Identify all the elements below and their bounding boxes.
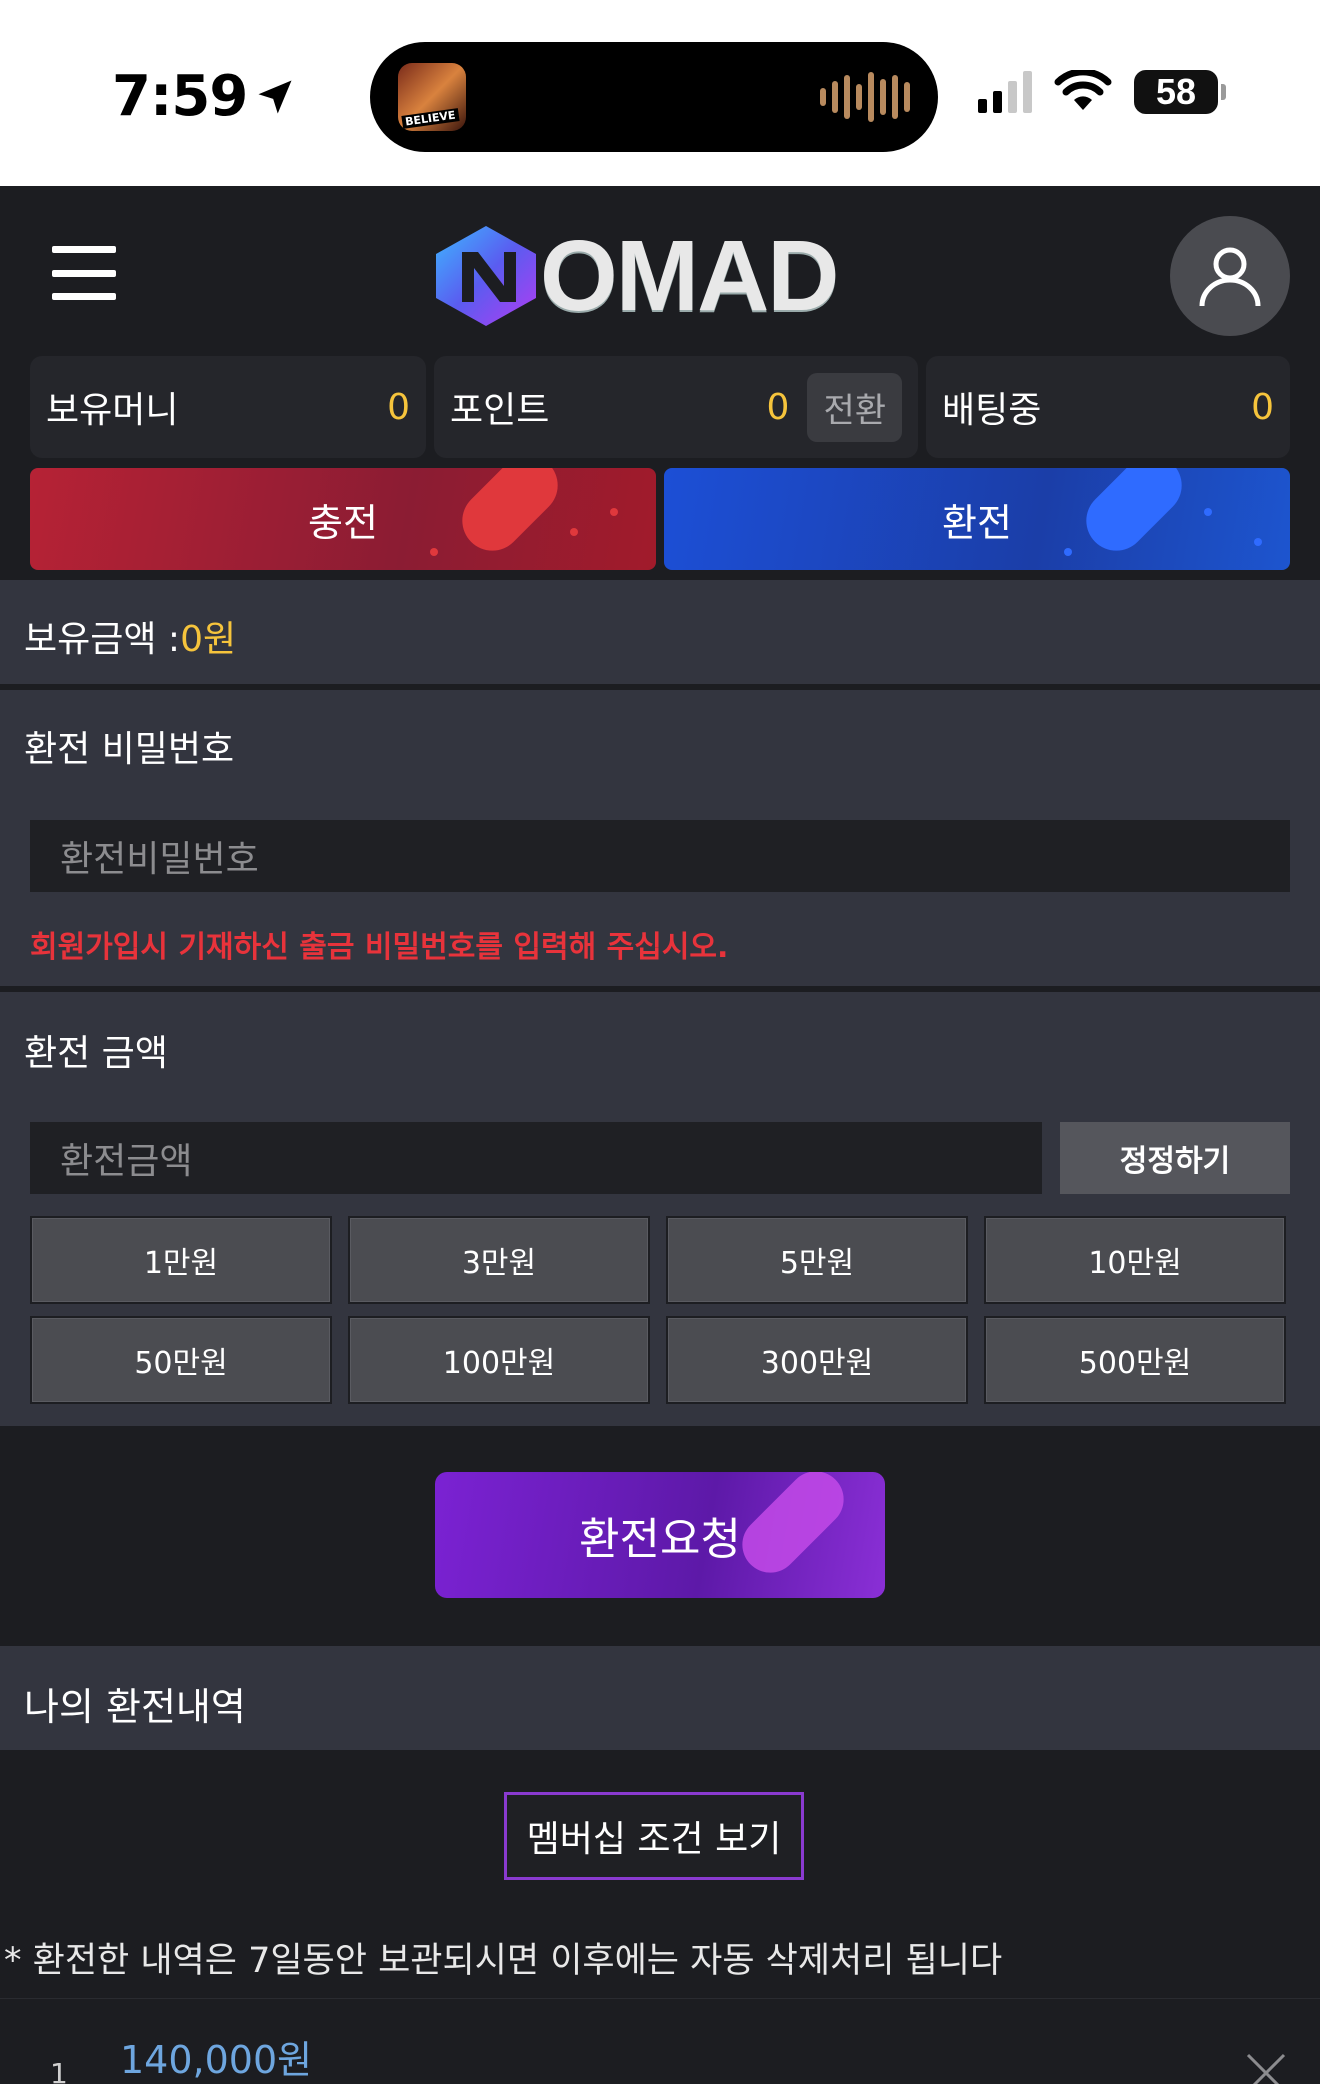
amount-30k-button[interactable]: 3만원 <box>348 1216 650 1304</box>
balance-points: 포인트 0 전환 <box>434 356 918 458</box>
withdraw-amount-input[interactable]: 환전금액 <box>30 1122 1042 1194</box>
battery-level: 58 <box>1155 71 1197 112</box>
album-art-label: BELIEVE <box>401 108 460 129</box>
nomad-logo[interactable]: OMAD <box>432 224 892 328</box>
membership-conditions-button[interactable]: 멤버십 조건 보기 <box>504 1792 804 1880</box>
convert-points-button[interactable]: 전환 <box>807 372 902 442</box>
logo-text: OMAD <box>540 220 840 332</box>
history-row-amount: 140,000원 <box>120 2038 313 2082</box>
held-amount: 보유금액 :0원 <box>24 610 236 662</box>
history-notice: * 환전한 내역은 7일동안 보관되시면 이후에는 자동 삭제처리 됩니다 <box>4 1941 1003 1981</box>
history-header: 나의 환전내역 <box>0 1646 1320 1750</box>
charge-button[interactable]: 충전 <box>30 468 656 570</box>
held-amount-value: 0원 <box>180 619 237 660</box>
audio-waveform-icon <box>820 72 910 122</box>
balance-money: 보유머니 0 <box>30 356 426 458</box>
password-warning: 회원가입시 기재하신 출금 비밀번호를 입력해 주십시오. <box>30 930 729 965</box>
app-header: OMAD 보유머니 0 포인트 0 전환 배팅중 0 충전 환전 <box>0 186 1320 578</box>
album-art: BELIEVE <box>398 63 466 131</box>
amount-5m-button[interactable]: 500만원 <box>984 1316 1286 1404</box>
withdraw-password-input[interactable]: 환전비밀번호 <box>30 820 1290 892</box>
withdraw-tab-label: 환전 <box>942 500 1012 545</box>
battery-icon: 58 <box>1134 70 1226 114</box>
user-icon <box>1199 247 1261 307</box>
held-amount-label: 보유금액 : <box>24 619 181 660</box>
amount-section-title: 환전 금액 <box>24 1033 168 1074</box>
charge-button-label: 충전 <box>308 500 378 545</box>
held-amount-section: 보유금액 :0원 <box>0 580 1320 684</box>
wifi-icon <box>1054 70 1112 110</box>
withdraw-request-button[interactable]: 환전요청 <box>435 1472 885 1598</box>
amount-10k-button[interactable]: 1만원 <box>30 1216 332 1304</box>
history-title: 나의 환전내역 <box>24 1685 246 1729</box>
status-time: 7:59 <box>112 64 297 129</box>
location-arrow-icon <box>258 80 292 113</box>
hamburger-icon[interactable] <box>52 246 116 300</box>
close-icon[interactable] <box>1244 2051 1288 2084</box>
dynamic-island[interactable]: BELIEVE <box>370 42 938 152</box>
amount-3m-button[interactable]: 300만원 <box>666 1316 968 1404</box>
balance-betting-label: 배팅중 <box>942 390 1042 431</box>
amount-50k-button[interactable]: 5만원 <box>666 1216 968 1304</box>
reset-amount-button[interactable]: 정정하기 <box>1060 1122 1290 1194</box>
balance-points-value: 0 <box>766 386 790 428</box>
time-text: 7:59 <box>112 64 248 129</box>
history-row: 1 140,000원 <box>0 1998 1320 2084</box>
balance-points-label: 포인트 <box>450 390 550 431</box>
amount-100k-button[interactable]: 10만원 <box>984 1216 1286 1304</box>
password-section-title: 환전 비밀번호 <box>24 729 235 770</box>
balance-betting: 배팅중 0 <box>926 356 1290 458</box>
status-bar: 7:59 BELIEVE 58 <box>0 0 1320 186</box>
withdraw-request-label: 환전요청 <box>579 1514 741 1565</box>
status-icons: 58 <box>978 70 1226 114</box>
balance-money-value: 0 <box>387 386 410 428</box>
logo-n-mark <box>436 226 536 326</box>
amount-1m-button[interactable]: 100만원 <box>348 1316 650 1404</box>
balance-betting-value: 0 <box>1251 386 1274 428</box>
withdraw-tab-button[interactable]: 환전 <box>664 468 1290 570</box>
cellular-signal-icon <box>978 71 1032 113</box>
profile-button[interactable] <box>1170 216 1290 336</box>
amount-500k-button[interactable]: 50만원 <box>30 1316 332 1404</box>
balance-money-label: 보유머니 <box>46 390 179 431</box>
history-row-index: 1 <box>50 2057 68 2084</box>
